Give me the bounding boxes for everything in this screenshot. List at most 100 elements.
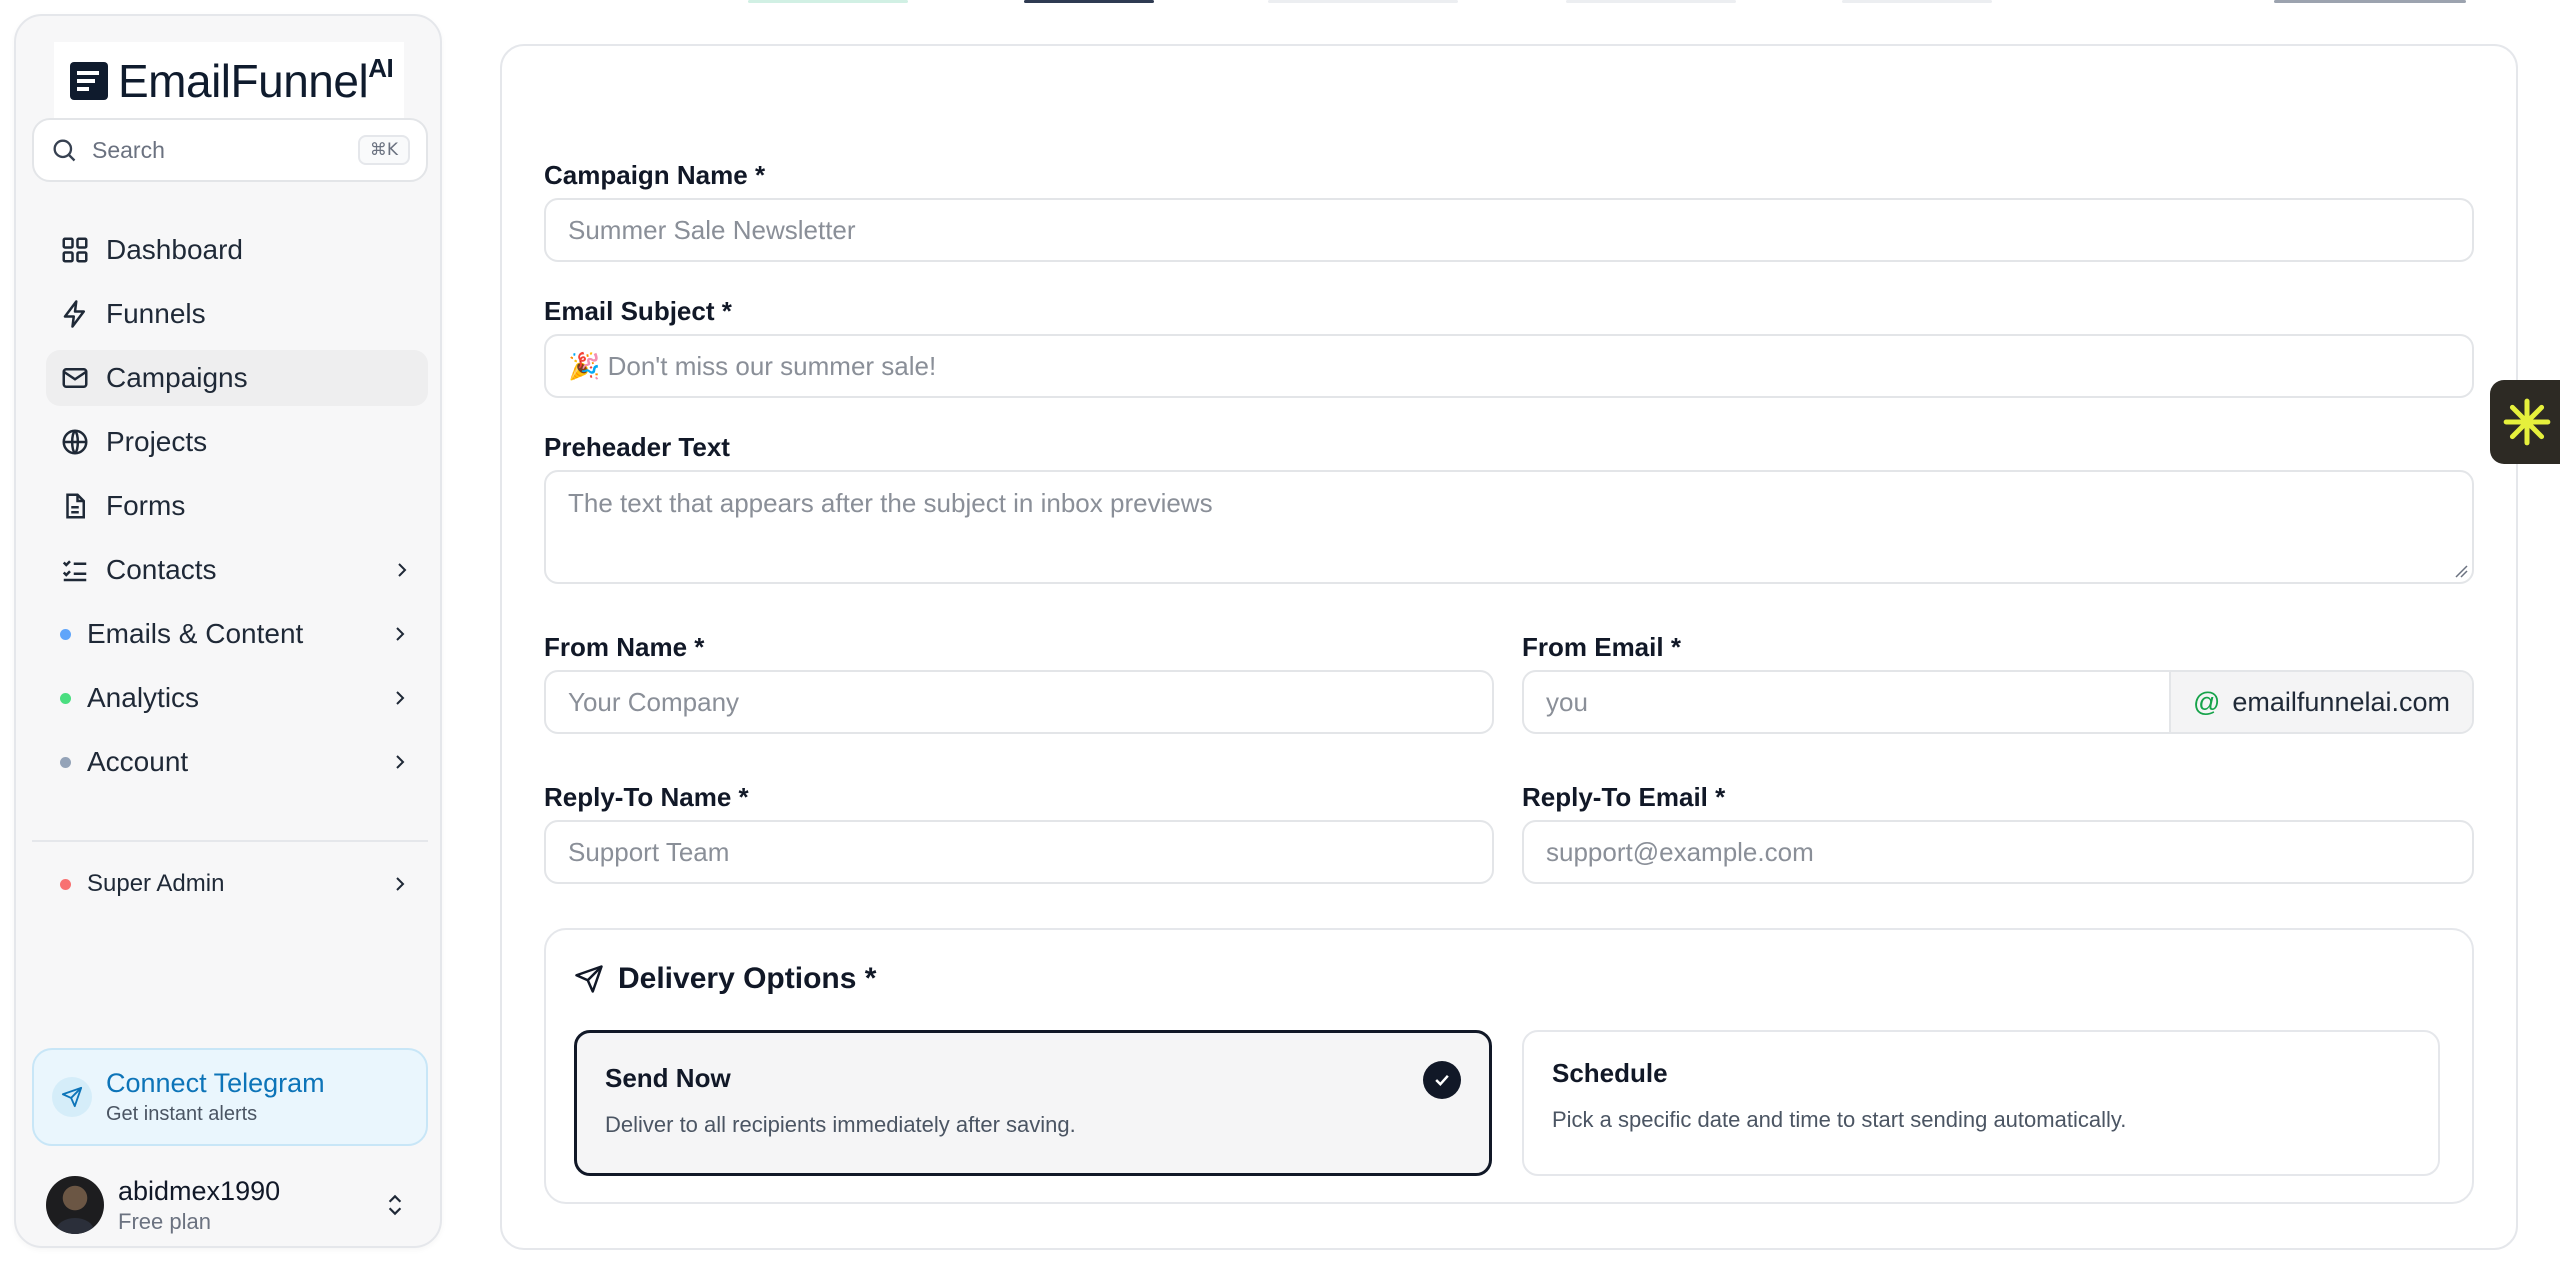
top-toolbar-edge: [0, 0, 2560, 4]
grid-icon: [62, 237, 88, 263]
chevron-right-icon: [396, 627, 405, 641]
reply-to-name-label: Reply-To Name *: [544, 782, 749, 812]
sidebar: EmailFunnelAI Search ⌘K Dashboard Funnel…: [14, 14, 442, 1248]
connect-telegram-card[interactable]: Connect Telegram Get instant alerts: [32, 1048, 428, 1146]
search-input[interactable]: Search ⌘K: [32, 118, 428, 182]
nav-group-emails-content[interactable]: Emails & Content: [46, 606, 428, 662]
nav-item-forms[interactable]: Forms: [46, 478, 428, 534]
user-name: abidmex1990: [118, 1175, 281, 1206]
reply-to-email-input[interactable]: support@example.com: [1522, 820, 2474, 884]
telegram-subtitle: Get instant alerts: [106, 1103, 258, 1125]
delivery-option-send-now[interactable]: Send Now Deliver to all recipients immed…: [574, 1030, 1492, 1176]
reply-to-email-placeholder: support@example.com: [1546, 836, 1814, 867]
nav-item-label: Forms: [106, 490, 186, 521]
from-email-label: From Email *: [1522, 632, 1681, 662]
nav-item-funnels[interactable]: Funnels: [46, 286, 428, 342]
at-icon: @: [2192, 686, 2221, 717]
email-subject-placeholder: 🎉 Don't miss our summer sale!: [568, 350, 937, 381]
campaign-name-label: Campaign Name *: [544, 160, 766, 190]
from-name-input[interactable]: Your Company: [544, 670, 1494, 734]
status-dot: [60, 628, 71, 640]
sidebar-divider: [32, 840, 428, 842]
chevron-right-icon: [396, 877, 405, 891]
option-description: Pick a specific date and time to start s…: [1552, 1107, 2127, 1132]
toolbar-edge-segment: [1566, 0, 1736, 3]
assistant-launcher-button[interactable]: [2490, 380, 2560, 464]
status-dot: [60, 756, 71, 768]
nav-group-super-admin[interactable]: Super Admin: [46, 856, 428, 912]
mail-icon: [62, 368, 88, 388]
nav-item-contacts[interactable]: Contacts: [46, 542, 428, 598]
send-icon: [61, 1086, 83, 1108]
preheader-textarea[interactable]: The text that appears after the subject …: [544, 470, 2474, 584]
nav-item-label: Contacts: [106, 554, 217, 585]
campaign-name-placeholder: Summer Sale Newsletter: [568, 214, 856, 245]
toolbar-edge-segment: [748, 0, 908, 3]
email-domain: emailfunnelai.com: [2232, 686, 2450, 717]
checklist-icon: [62, 560, 87, 582]
reply-to-name-input[interactable]: Support Team: [544, 820, 1494, 884]
from-email-input[interactable]: you @ emailfunnelai.com: [1522, 670, 2474, 734]
reply-to-name-placeholder: Support Team: [568, 836, 730, 867]
option-title: Schedule: [1552, 1058, 1668, 1088]
nav-group-label: Account: [87, 746, 189, 777]
option-description: Deliver to all recipients immediately af…: [605, 1112, 1076, 1137]
user-plan: Free plan: [118, 1208, 211, 1234]
email-subject-label: Email Subject *: [544, 296, 732, 326]
chevron-right-icon: [398, 563, 407, 577]
delivery-options-heading: Delivery Options *: [574, 962, 876, 996]
toolbar-edge-segment: [1024, 0, 1154, 3]
nav-item-dashboard[interactable]: Dashboard: [46, 222, 428, 278]
campaign-form-card: Campaign Name * Summer Sale Newsletter E…: [500, 44, 2518, 1250]
document-icon: [66, 493, 85, 519]
nav-group-account[interactable]: Account: [46, 734, 428, 790]
selected-check-icon: [1423, 1061, 1461, 1099]
chevron-right-icon: [396, 755, 405, 769]
option-title: Send Now: [605, 1063, 731, 1093]
delivery-option-schedule[interactable]: Schedule Pick a specific date and time t…: [1522, 1030, 2440, 1176]
preheader-placeholder: The text that appears after the subject …: [568, 488, 1213, 518]
from-name-label: From Name *: [544, 632, 705, 662]
nav-item-label: Projects: [106, 426, 208, 457]
send-icon: [575, 965, 603, 993]
nav-item-label: Campaigns: [106, 362, 248, 393]
logo-icon: [70, 62, 108, 100]
toolbar-edge-segment: [1842, 0, 1992, 3]
nav-group-label: Emails & Content: [87, 618, 304, 649]
email-domain-suffix: @ emailfunnelai.com: [2168, 672, 2472, 732]
toolbar-edge-segment: [1268, 0, 1458, 3]
preheader-label: Preheader Text: [544, 432, 730, 462]
toolbar-edge-segment: [2274, 0, 2466, 3]
delivery-options-title: Delivery Options *: [618, 962, 877, 995]
delivery-options-section: Delivery Options * Send Now Deliver to a…: [544, 928, 2474, 1204]
search-placeholder: Search: [92, 136, 165, 163]
reply-to-email-label: Reply-To Email *: [1522, 782, 1726, 812]
nav-group-analytics[interactable]: Analytics: [46, 670, 428, 726]
from-name-placeholder: Your Company: [568, 686, 740, 717]
nav-item-label: Dashboard: [106, 234, 243, 265]
status-dot: [60, 878, 71, 890]
search-shortcut-badge: ⌘K: [357, 135, 410, 165]
brand-logo[interactable]: EmailFunnelAI: [54, 42, 404, 120]
sparkle-asterisk-icon: [2503, 398, 2551, 446]
chevron-right-icon: [396, 691, 405, 705]
campaign-name-input[interactable]: Summer Sale Newsletter: [544, 198, 2474, 262]
nav-item-projects[interactable]: Projects: [46, 414, 428, 470]
search-icon: [53, 139, 76, 162]
brand-name: EmailFunnelAI: [118, 52, 394, 107]
nav-group-label: Analytics: [87, 682, 200, 713]
avatar: [46, 1176, 104, 1234]
status-dot: [60, 692, 71, 704]
telegram-icon-wrap: [52, 1077, 92, 1117]
from-email-placeholder: you: [1546, 686, 1588, 717]
lightning-icon: [63, 300, 85, 328]
nav-group-label: Super Admin: [87, 870, 225, 897]
email-subject-input[interactable]: 🎉 Don't miss our summer sale!: [544, 334, 2474, 398]
nav-item-label: Funnels: [106, 298, 206, 329]
user-menu[interactable]: abidmex1990 Free plan: [32, 1168, 422, 1242]
main-nav: Dashboard Funnels Campaigns Projects For…: [46, 222, 428, 798]
resize-handle-icon[interactable]: [2452, 562, 2468, 578]
chevrons-up-down-icon: [388, 1194, 402, 1216]
nav-item-campaigns[interactable]: Campaigns: [46, 350, 428, 406]
telegram-title: Connect Telegram: [106, 1068, 325, 1098]
